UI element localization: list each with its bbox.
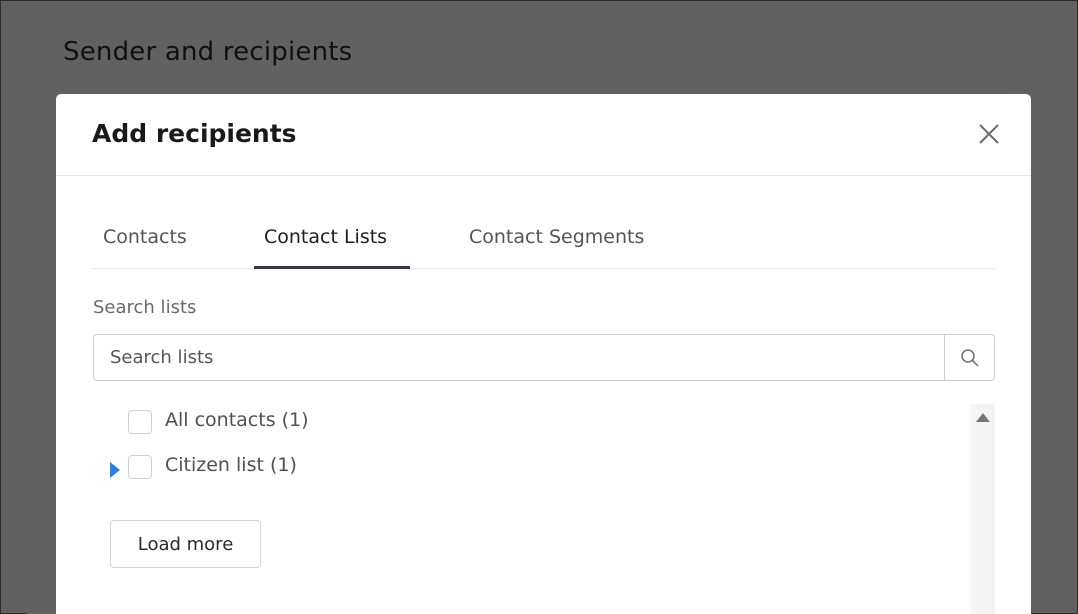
- background-section-title: Sender and recipients: [63, 37, 353, 67]
- contact-lists-list: All contacts (1) Citizen list (1) Load m…: [93, 404, 995, 614]
- list-item-label: Citizen list (1): [165, 454, 297, 476]
- active-tab-indicator: [254, 266, 410, 269]
- list-item-citizen-list: Citizen list (1): [93, 449, 953, 483]
- search-input[interactable]: [94, 335, 944, 380]
- tab-contact-segments[interactable]: Contact Segments: [469, 226, 644, 269]
- modal-title: Add recipients: [92, 119, 297, 148]
- tab-contact-lists[interactable]: Contact Lists: [264, 226, 387, 269]
- close-icon: [979, 124, 999, 144]
- search-icon: [960, 348, 979, 367]
- tab-bar: Contacts Contact Lists Contact Segments: [92, 216, 995, 269]
- load-more-button[interactable]: Load more: [110, 520, 261, 568]
- close-button[interactable]: [977, 122, 1001, 146]
- search-lists-label: Search lists: [93, 297, 197, 318]
- list-item-label: All contacts (1): [165, 409, 309, 431]
- search-button[interactable]: [944, 335, 994, 380]
- search-box: [93, 334, 995, 381]
- expand-arrow-icon[interactable]: [110, 462, 120, 478]
- scroll-up-arrow-icon[interactable]: [976, 413, 990, 422]
- checkbox-all-contacts[interactable]: [128, 410, 152, 434]
- checkbox-citizen-list[interactable]: [128, 455, 152, 479]
- modal-header: Add recipients: [56, 94, 1031, 176]
- add-recipients-modal: Add recipients Contacts Contact Lists Co…: [56, 94, 1031, 614]
- tab-contacts[interactable]: Contacts: [103, 226, 187, 269]
- list-item-all-contacts: All contacts (1): [93, 404, 953, 438]
- scrollbar[interactable]: [971, 404, 995, 614]
